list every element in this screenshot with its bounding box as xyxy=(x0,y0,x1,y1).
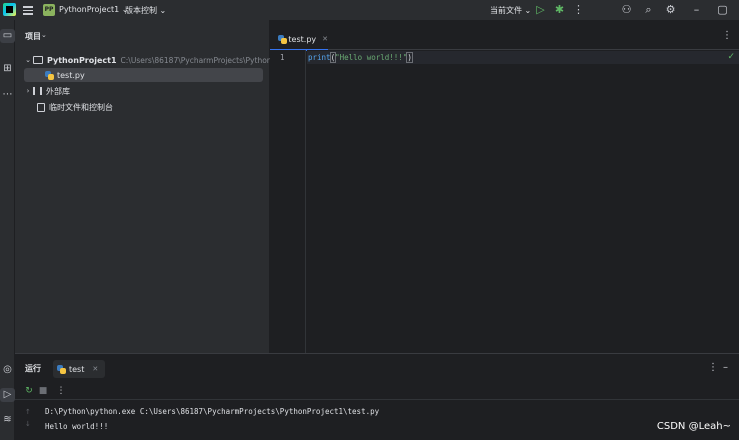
code-string-token: "Hello world!!!" xyxy=(335,53,408,62)
chevron-down-icon: ⌄ xyxy=(159,6,167,15)
debug-icon[interactable]: ✱ xyxy=(553,3,566,16)
python-file-icon xyxy=(45,70,54,80)
editor-tab-bar: test.py ✕ ⋮ xyxy=(270,20,739,51)
run-toolbar: ↻ ■ ⋮ xyxy=(15,382,739,400)
python-file-icon xyxy=(278,34,288,44)
folder-icon xyxy=(33,56,43,64)
run-panel-title: 运行 xyxy=(25,364,41,373)
close-icon[interactable]: ✕ xyxy=(322,35,328,43)
file-name-label: test.py xyxy=(57,70,85,80)
arrow-up-icon[interactable]: ↑ xyxy=(25,406,31,418)
minimize-icon[interactable]: – xyxy=(690,3,703,16)
run-panel: 运行 test ✕ ⋮ – ↻ ■ ⋮ ↑ ↓ D:\Python\python… xyxy=(15,353,739,440)
project-panel: 项目 ⌄ ⌄ PythonProject1 C:\Users\86187\Pyc… xyxy=(15,20,302,353)
console-command-line: D:\Python\python.exe C:\Users\86187\Pych… xyxy=(45,407,380,416)
tree-item-test-py[interactable]: test.py xyxy=(24,68,263,82)
code-close-paren: ) xyxy=(406,52,413,63)
project-switcher-label: PythonProject1 xyxy=(59,5,120,14)
project-badge[interactable]: PP xyxy=(43,4,55,16)
arrow-down-icon[interactable]: ↓ xyxy=(25,418,31,430)
run-tab-test[interactable]: test ✕ xyxy=(53,360,105,378)
external-libraries-label: 外部库 xyxy=(46,86,70,96)
run-configuration-selector[interactable]: 当前文件 ⌄ xyxy=(490,5,531,16)
rerun-icon[interactable]: ↻ xyxy=(23,385,35,397)
code-line[interactable]: print("Hello world!!!") xyxy=(307,51,739,64)
scratches-label: 临时文件和控制台 xyxy=(49,102,113,112)
code-function-token: print xyxy=(308,53,331,62)
pycharm-logo-icon xyxy=(3,3,16,16)
chevron-down-icon: ⌄ xyxy=(524,6,532,15)
project-tool-folder-icon[interactable]: ▭ xyxy=(0,29,15,43)
console-scroll-arrows[interactable]: ↑ ↓ xyxy=(25,406,31,430)
inspection-ok-check-icon[interactable]: ✓ xyxy=(727,52,735,62)
hide-panel-icon[interactable]: – xyxy=(723,362,728,373)
more-actions-icon[interactable]: ⋮ xyxy=(572,3,585,16)
main-menu-icon[interactable] xyxy=(23,4,33,15)
run-tab-label: test xyxy=(69,364,85,374)
run-tool-icon[interactable]: ▷ xyxy=(0,388,15,402)
tab-label: test.py xyxy=(288,34,317,44)
line-number: 1 xyxy=(280,53,285,62)
more-tools-icon[interactable]: ⋯ xyxy=(0,88,15,102)
project-switcher[interactable]: PythonProject1 ⌄ xyxy=(59,5,128,14)
library-icon xyxy=(33,87,42,95)
tree-item-scratches[interactable]: 临时文件和控制台 xyxy=(27,100,113,114)
structure-tool-icon[interactable]: ⊞ xyxy=(0,62,15,76)
tree-item-external-libraries[interactable]: › 外部库 xyxy=(23,84,70,98)
editor-gutter: 1 xyxy=(270,50,306,353)
vcs-menu[interactable]: 版本控制 ⌄ xyxy=(125,5,166,16)
scratch-file-icon xyxy=(37,102,45,112)
settings-gear-icon[interactable]: ⚙ xyxy=(664,3,677,16)
chevron-down-icon[interactable]: ⌄ xyxy=(23,56,33,64)
chevron-down-icon[interactable]: ⌄ xyxy=(41,31,47,39)
run-options-icon[interactable]: ⋮ xyxy=(708,362,718,373)
run-configuration-label: 当前文件 xyxy=(490,6,522,15)
add-user-icon[interactable]: ⚇ xyxy=(620,3,633,16)
search-icon[interactable]: ⌕ xyxy=(642,3,655,16)
vcs-menu-label: 版本控制 xyxy=(125,6,157,15)
more-actions-icon[interactable]: ⋮ xyxy=(55,385,67,397)
tab-test-py[interactable]: test.py ✕ xyxy=(270,28,328,51)
chevron-right-icon[interactable]: › xyxy=(23,87,33,95)
watermark: CSDN @Leah~ xyxy=(656,421,731,432)
project-panel-title: 项目 xyxy=(25,32,41,41)
maximize-icon[interactable]: ▢ xyxy=(716,3,729,16)
close-icon[interactable]: ✕ xyxy=(92,365,98,373)
stop-icon[interactable]: ■ xyxy=(37,385,49,397)
title-bar: PP PythonProject1 ⌄ 版本控制 ⌄ 当前文件 ⌄ ▷ ✱ ⋮ … xyxy=(0,0,739,20)
code-editor[interactable]: print("Hello world!!!") ✓ xyxy=(307,50,739,353)
services-layers-icon[interactable]: ≋ xyxy=(0,413,15,427)
project-root-name: PythonProject1 xyxy=(47,55,117,65)
python-packages-icon[interactable]: ◎ xyxy=(0,363,15,377)
left-tool-strip: ▭ ⊞ ⋯ ◎ ▷ ≋ xyxy=(0,20,15,440)
editor-options-icon[interactable]: ⋮ xyxy=(722,30,732,41)
python-file-icon xyxy=(57,364,66,374)
tree-item-project-root[interactable]: ⌄ PythonProject1 C:\Users\86187\PycharmP… xyxy=(23,53,302,67)
run-icon[interactable]: ▷ xyxy=(534,3,547,16)
console-output-line: Hello world!!! xyxy=(45,422,109,431)
